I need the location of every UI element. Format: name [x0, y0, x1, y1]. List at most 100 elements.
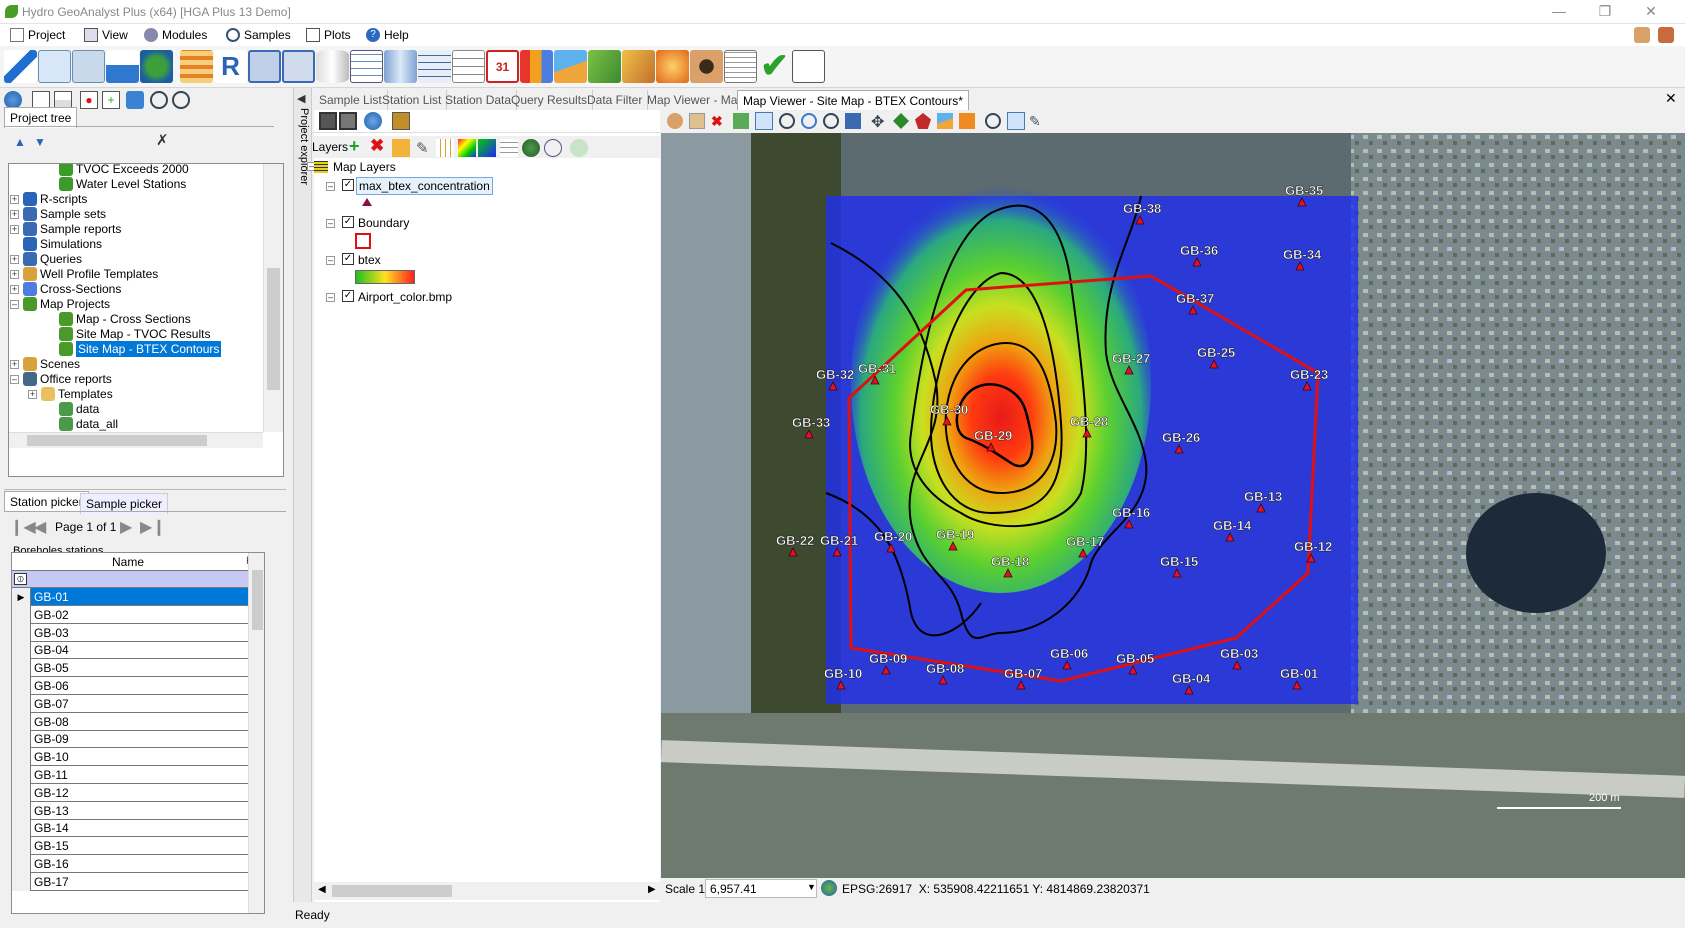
table-row[interactable]: GB-08: [12, 712, 264, 731]
collapse-layer-2[interactable]: –: [326, 219, 335, 228]
tree-item[interactable]: data_all: [76, 416, 118, 432]
menu-help[interactable]: ? Help: [362, 24, 409, 46]
select-icon[interactable]: [689, 113, 705, 129]
layers-book-icon[interactable]: [622, 50, 655, 83]
layer-airport[interactable]: Airport_color.bmp: [358, 290, 452, 304]
column-name-header[interactable]: Name: [112, 555, 144, 569]
measure-icon[interactable]: ✎: [1029, 113, 1045, 129]
pin-icon[interactable]: [4, 50, 37, 83]
move-down-icon[interactable]: ▼: [34, 135, 46, 149]
find-icon[interactable]: [150, 91, 168, 109]
hscroll-thumb[interactable]: [27, 435, 207, 446]
3d-model-icon[interactable]: [656, 50, 689, 83]
row-header[interactable]: [12, 855, 31, 873]
map-canvas[interactable]: GB-35 GB-38 GB-36 GB-34 GB-37 GB-27 GB-25 GB-23…: [661, 133, 1685, 878]
table-row[interactable]: GB-16: [12, 855, 264, 873]
pan-hand-icon[interactable]: [667, 113, 683, 129]
close-button[interactable]: ✕: [1628, 0, 1674, 24]
collapse-layer-1[interactable]: –: [326, 182, 335, 191]
table-row[interactable]: GB-07: [12, 694, 264, 713]
menu-modules[interactable]: Modules: [140, 24, 207, 46]
tree-item[interactable]: Simulations: [40, 236, 102, 252]
layer-max-btex[interactable]: max_btex_concentration: [356, 177, 493, 195]
last-page-icon[interactable]: ▶❙: [140, 517, 166, 537]
tree-expander[interactable]: –: [10, 375, 19, 384]
grid-icon[interactable]: [452, 50, 485, 83]
row-header[interactable]: [12, 623, 31, 642]
tree-item[interactable]: Map Projects: [40, 296, 110, 312]
tab-project-tree[interactable]: Project tree: [4, 107, 78, 128]
calendar-icon[interactable]: 31: [486, 50, 519, 83]
station-delete-icon[interactable]: [72, 50, 105, 83]
station-edit-icon[interactable]: [38, 50, 71, 83]
layers-hscrollbar[interactable]: ◀ ▶: [314, 882, 660, 900]
minimize-button[interactable]: —: [1536, 0, 1582, 24]
tree-item[interactable]: Site Map - TVOC Results: [76, 326, 210, 342]
add-icon[interactable]: +: [102, 91, 120, 109]
like-icon[interactable]: [1634, 27, 1650, 43]
row-header[interactable]: [12, 659, 31, 678]
full-extent-icon[interactable]: [801, 113, 817, 129]
row-header[interactable]: [12, 819, 31, 838]
bar-chart-icon[interactable]: [520, 50, 553, 83]
zoom-out-icon[interactable]: [779, 113, 795, 129]
table-row[interactable]: GB-05: [12, 659, 264, 678]
tree-item[interactable]: Sample sets: [40, 206, 106, 222]
layer-props-icon[interactable]: [392, 139, 410, 157]
prev-page-icon[interactable]: ◀: [34, 517, 46, 537]
check-icon[interactable]: ✔: [758, 49, 791, 83]
table-row[interactable]: GB-12: [12, 783, 264, 802]
menu-project[interactable]: Project: [6, 24, 65, 46]
scroll-left-icon[interactable]: ◀: [318, 884, 326, 895]
row-header[interactable]: [12, 694, 31, 713]
menu-samples[interactable]: Samples: [222, 24, 291, 46]
table-layer-icon[interactable]: [500, 139, 518, 157]
grid-scroll-thumb[interactable]: [252, 570, 263, 630]
row-header[interactable]: [12, 837, 31, 856]
scroll-right-icon[interactable]: ▶: [648, 884, 656, 895]
clear-selection-icon[interactable]: ✖: [711, 113, 727, 129]
project-explorer-strip[interactable]: ◀ Project explorer: [293, 88, 312, 928]
users-icon[interactable]: [690, 50, 723, 83]
time-series-icon[interactable]: [792, 50, 825, 83]
search-icon[interactable]: [172, 91, 190, 109]
first-page-icon[interactable]: ❙◀: [10, 517, 36, 537]
filter-row[interactable]: ⦶: [12, 571, 264, 588]
globe-layer-icon[interactable]: [364, 112, 382, 130]
lithology-icon[interactable]: [180, 50, 213, 83]
tree-expander[interactable]: +: [10, 270, 19, 279]
row-header[interactable]: ▶: [12, 588, 31, 606]
project-explorer-label[interactable]: Project explorer: [298, 108, 310, 204]
contour-icon[interactable]: [458, 139, 476, 157]
tab-data-filter[interactable]: Data Filter: [582, 90, 649, 110]
table-row[interactable]: GB-15: [12, 837, 264, 856]
profile-icon[interactable]: [959, 113, 975, 129]
layer-boundary[interactable]: Boundary: [358, 216, 409, 230]
cross-section-icon[interactable]: [554, 50, 587, 83]
row-header[interactable]: [12, 872, 31, 891]
collapse-layer-4[interactable]: –: [326, 293, 335, 302]
hscroll-thumb[interactable]: [332, 885, 452, 897]
shape-icon[interactable]: [893, 113, 909, 129]
row-header[interactable]: [12, 677, 31, 695]
tools-icon[interactable]: [282, 50, 315, 83]
table-row[interactable]: GB-04: [12, 641, 264, 660]
layer-btex[interactable]: btex: [358, 253, 381, 267]
collapse-layer-3[interactable]: –: [326, 256, 335, 265]
tree-item[interactable]: Cross-Sections: [40, 281, 121, 297]
close-tab-icon[interactable]: ✕: [1665, 90, 1677, 107]
tree-item[interactable]: Sample reports: [40, 221, 121, 237]
pan-extent-icon[interactable]: [845, 113, 861, 129]
tree-item[interactable]: R-scripts: [40, 191, 87, 207]
zoom-layer-icon[interactable]: [733, 113, 749, 129]
layer-checkbox[interactable]: ✓: [342, 253, 354, 265]
delete-tool-icon[interactable]: ✗: [156, 131, 172, 149]
tree-item[interactable]: Templates: [58, 386, 113, 402]
add-layer-icon[interactable]: +: [349, 136, 360, 157]
grid-scrollbar[interactable]: [248, 553, 264, 913]
tree-item[interactable]: data: [76, 401, 99, 417]
next-page-icon[interactable]: ▶: [120, 517, 132, 537]
row-header[interactable]: [12, 712, 31, 731]
table-row[interactable]: GB-13: [12, 801, 264, 820]
layer-checkbox[interactable]: ✓: [342, 179, 354, 191]
